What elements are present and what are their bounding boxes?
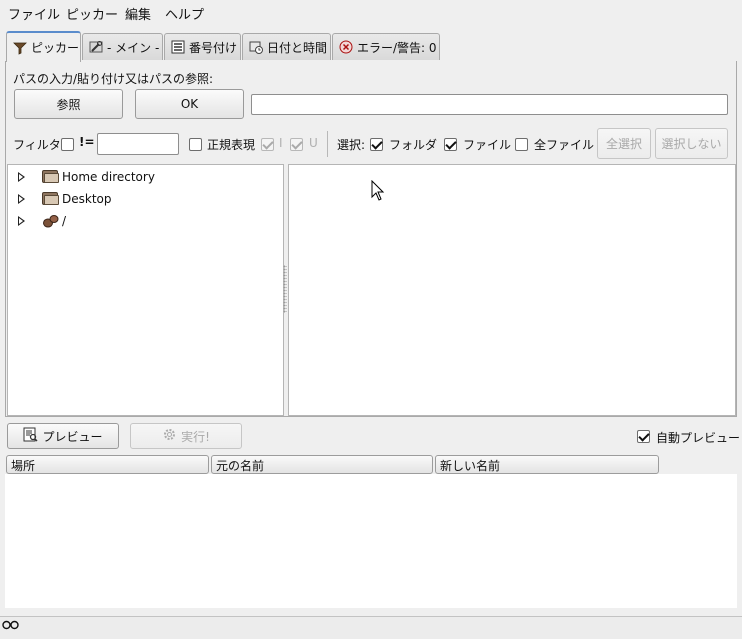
ok-label: OK — [180, 97, 199, 111]
preview-label: プレビュー — [42, 429, 103, 444]
ok-button[interactable]: OK — [135, 89, 244, 119]
select-none-button[interactable]: 選択しない — [655, 128, 728, 159]
tree-item-root[interactable]: / — [8, 210, 278, 232]
regex-label: 正規表現 — [207, 138, 256, 152]
auto-preview-checkbox[interactable] — [637, 430, 650, 443]
numbered-list-icon — [171, 40, 185, 54]
not-equal-label: != — [79, 135, 95, 149]
filter-funnel-icon — [13, 41, 27, 55]
run-label: 実行! — [181, 429, 210, 444]
clock-calendar-icon — [249, 40, 263, 54]
tab-label: エラー/警告: 0 — [357, 40, 437, 55]
path-input[interactable] — [251, 94, 728, 115]
mouse-cursor-icon — [371, 179, 385, 205]
menu-edit[interactable]: 編集 — [125, 4, 151, 23]
filter-enable-checkbox[interactable] — [61, 138, 74, 151]
tab-label: - メイン - — [107, 40, 160, 55]
status-glasses-icon — [2, 619, 20, 634]
wrench-icon — [89, 40, 103, 54]
tab-picker[interactable]: ピッカー — [6, 31, 81, 62]
tree-item-desktop[interactable]: Desktop — [8, 188, 278, 210]
expand-arrow-icon[interactable] — [18, 194, 25, 204]
ignore-case-checkbox[interactable] — [261, 138, 274, 151]
column-header-new-name[interactable]: 新しい名前 — [435, 455, 659, 474]
tab-errors[interactable]: エラー/警告: 0 — [332, 33, 440, 60]
folder-icon — [42, 169, 60, 184]
select-all-button[interactable]: 全選択 — [597, 128, 651, 159]
tab-bar: ピッカー - メイン - 番号付け 日付と時間 エラー/警告: 0 — [0, 31, 742, 62]
all-files-label: 全ファイル — [534, 138, 595, 152]
preview-button[interactable]: プレビュー — [7, 423, 119, 449]
tree-item-label: / — [62, 214, 67, 228]
error-circle-icon — [339, 40, 353, 54]
drive-root-icon — [42, 213, 60, 228]
select-files-label: ファイル — [463, 138, 512, 152]
selection-label: 選択: — [337, 138, 366, 152]
column-header-original-name[interactable]: 元の名前 — [211, 455, 433, 474]
menubar: ファイル ピッカー 編集 ヘルプ — [0, 0, 742, 24]
select-folders-checkbox[interactable] — [370, 138, 383, 151]
folder-icon — [42, 191, 60, 206]
tab-label: 番号付け — [189, 40, 238, 55]
gear-icon — [162, 427, 177, 445]
tree-item-home[interactable]: Home directory — [8, 166, 278, 188]
select-folders-label: フォルダ — [389, 138, 438, 152]
select-all-label: 全選択 — [605, 137, 642, 151]
menu-file[interactable]: ファイル — [8, 4, 60, 23]
menu-help[interactable]: ヘルプ — [165, 4, 204, 23]
browse-button[interactable]: 参照 — [14, 89, 123, 119]
path-prompt: パスの入力/貼り付け又はパスの参照: — [13, 72, 214, 86]
run-button[interactable]: 実行! — [130, 423, 242, 449]
tab-label: ピッカー — [31, 41, 80, 55]
tab-label: 日付と時間 — [267, 40, 328, 55]
unicode-label: U — [309, 136, 318, 150]
filter-input[interactable] — [97, 133, 179, 155]
menu-picker[interactable]: ピッカー — [66, 4, 118, 23]
tab-numbering[interactable]: 番号付け — [164, 33, 241, 60]
pane-splitter[interactable] — [283, 265, 287, 313]
results-table[interactable] — [5, 474, 737, 608]
status-bar — [0, 616, 742, 639]
all-files-checkbox[interactable] — [515, 138, 528, 151]
column-header-label: 新しい名前 — [440, 459, 501, 473]
select-files-checkbox[interactable] — [444, 138, 457, 151]
column-header-location[interactable]: 場所 — [6, 455, 209, 474]
ignore-case-label: I — [279, 136, 283, 150]
regex-checkbox[interactable] — [189, 138, 202, 151]
column-header-label: 場所 — [11, 459, 36, 473]
tab-main[interactable]: - メイン - — [82, 33, 163, 60]
auto-preview-label: 自動プレビュー — [656, 431, 741, 445]
unicode-checkbox[interactable] — [290, 138, 303, 151]
filter-label: フィルタ: — [13, 138, 65, 152]
expand-arrow-icon[interactable] — [18, 216, 25, 226]
tree-item-label: Desktop — [62, 192, 112, 206]
filter-separator — [327, 131, 328, 157]
select-none-label: 選択しない — [661, 137, 722, 151]
tab-date-time[interactable]: 日付と時間 — [242, 33, 331, 60]
expand-arrow-icon[interactable] — [18, 172, 25, 182]
browse-label: 参照 — [56, 97, 81, 112]
directory-tree[interactable]: Home directory Desktop / — [7, 164, 284, 416]
tree-item-label: Home directory — [62, 170, 155, 184]
column-header-label: 元の名前 — [216, 459, 265, 473]
preview-icon — [23, 427, 39, 445]
file-list-pane[interactable] — [288, 164, 736, 416]
